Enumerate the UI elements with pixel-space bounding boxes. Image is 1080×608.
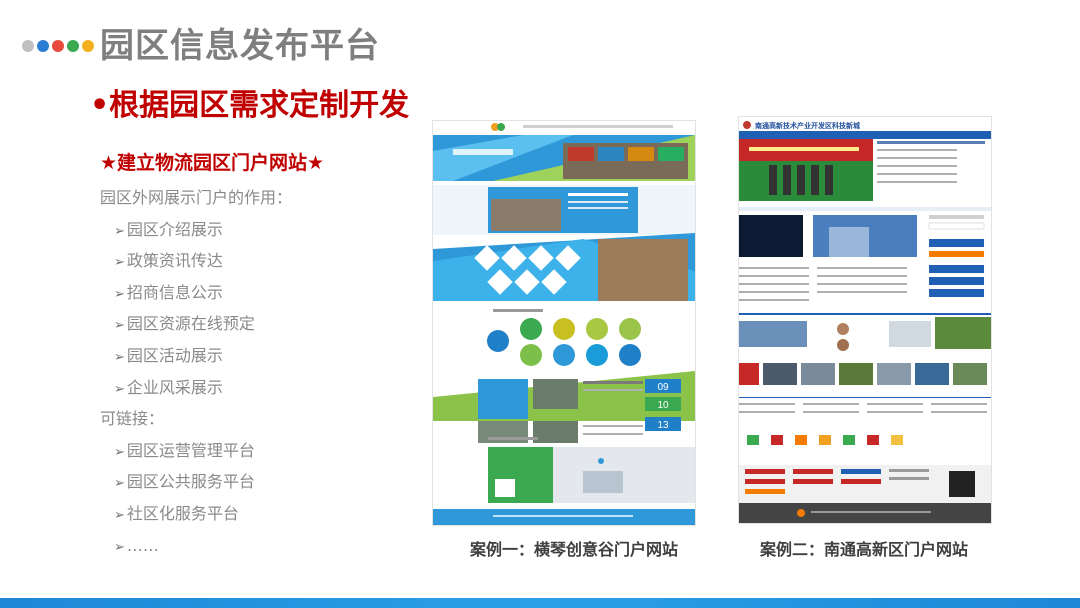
list-item: ➢…… [114,535,159,555]
arrow-right-icon: ➢ [114,476,125,492]
case2-screenshot: 南通高新技术产业开发区科技新城 [738,116,992,524]
dot-yellow [82,40,94,52]
case2-site-title: 南通高新技术产业开发区科技新城 [755,121,860,130]
feature-list: 园区外网展示门户的作用： ➢ 园区介绍展示 ➢ 政策资讯传达 ➢ 招商信息公示 ➢ 园区… [100,182,292,561]
arrow-right-icon: ➢ [114,286,125,302]
dot-green [67,40,79,52]
case1-stat-1: 09 [657,382,669,393]
arrow-right-icon: ➢ [114,255,125,271]
list-item: ➢ 社区化服务平台 [114,503,239,523]
list-item: ➢ 园区介绍展示 [114,219,223,239]
list-item: ➢ 园区公共服务平台 [114,472,255,492]
case2-website-mockup: 南通高新技术产业开发区科技新城 [739,117,991,523]
slide-title: 园区信息发布平台 [100,26,380,66]
link-intro: 可链接： [100,409,165,429]
dot-blue [37,40,49,52]
list-intro: 园区外网展示门户的作用： [100,188,293,207]
arrow-right-icon: ➢ [114,349,125,365]
case2-caption: 案例二：南通高新区门户网站 [760,540,969,559]
decorative-dots [22,40,94,52]
slide-subtitle: •根据园区需求定制开发 [90,88,410,123]
arrow-right-icon: ➢ [114,223,125,239]
case1-caption: 案例一：横琴创意谷门户网站 [470,540,679,559]
list-item: ➢ 政策资讯传达 [114,251,223,271]
list-item: ➢ 园区资源在线预定 [114,314,255,334]
list-item: ➢ 园区活动展示 [114,345,223,365]
case1-stat-2: 10 [657,400,669,411]
arrow-right-icon: ➢ [114,507,125,523]
list-item: ➢ 园区运营管理平台 [114,440,255,460]
list-item: ➢ 企业风采展示 [114,377,223,397]
arrow-right-icon: ➢ [114,539,125,555]
arrow-right-icon: ➢ [114,318,125,334]
case1-screenshot: 09 10 13 [432,120,696,526]
case1-stat-3: 13 [657,420,669,431]
section-heading: ★建立物流园区门户网站★ [100,152,325,174]
dot-gray [22,40,34,52]
arrow-right-icon: ➢ [114,444,125,460]
dot-red [52,40,64,52]
list-item: ➢ 招商信息公示 [114,282,223,302]
bottom-accent-bar [0,598,1080,608]
case1-website-mockup: 09 10 13 [433,121,695,525]
arrow-right-icon: ➢ [114,381,125,397]
